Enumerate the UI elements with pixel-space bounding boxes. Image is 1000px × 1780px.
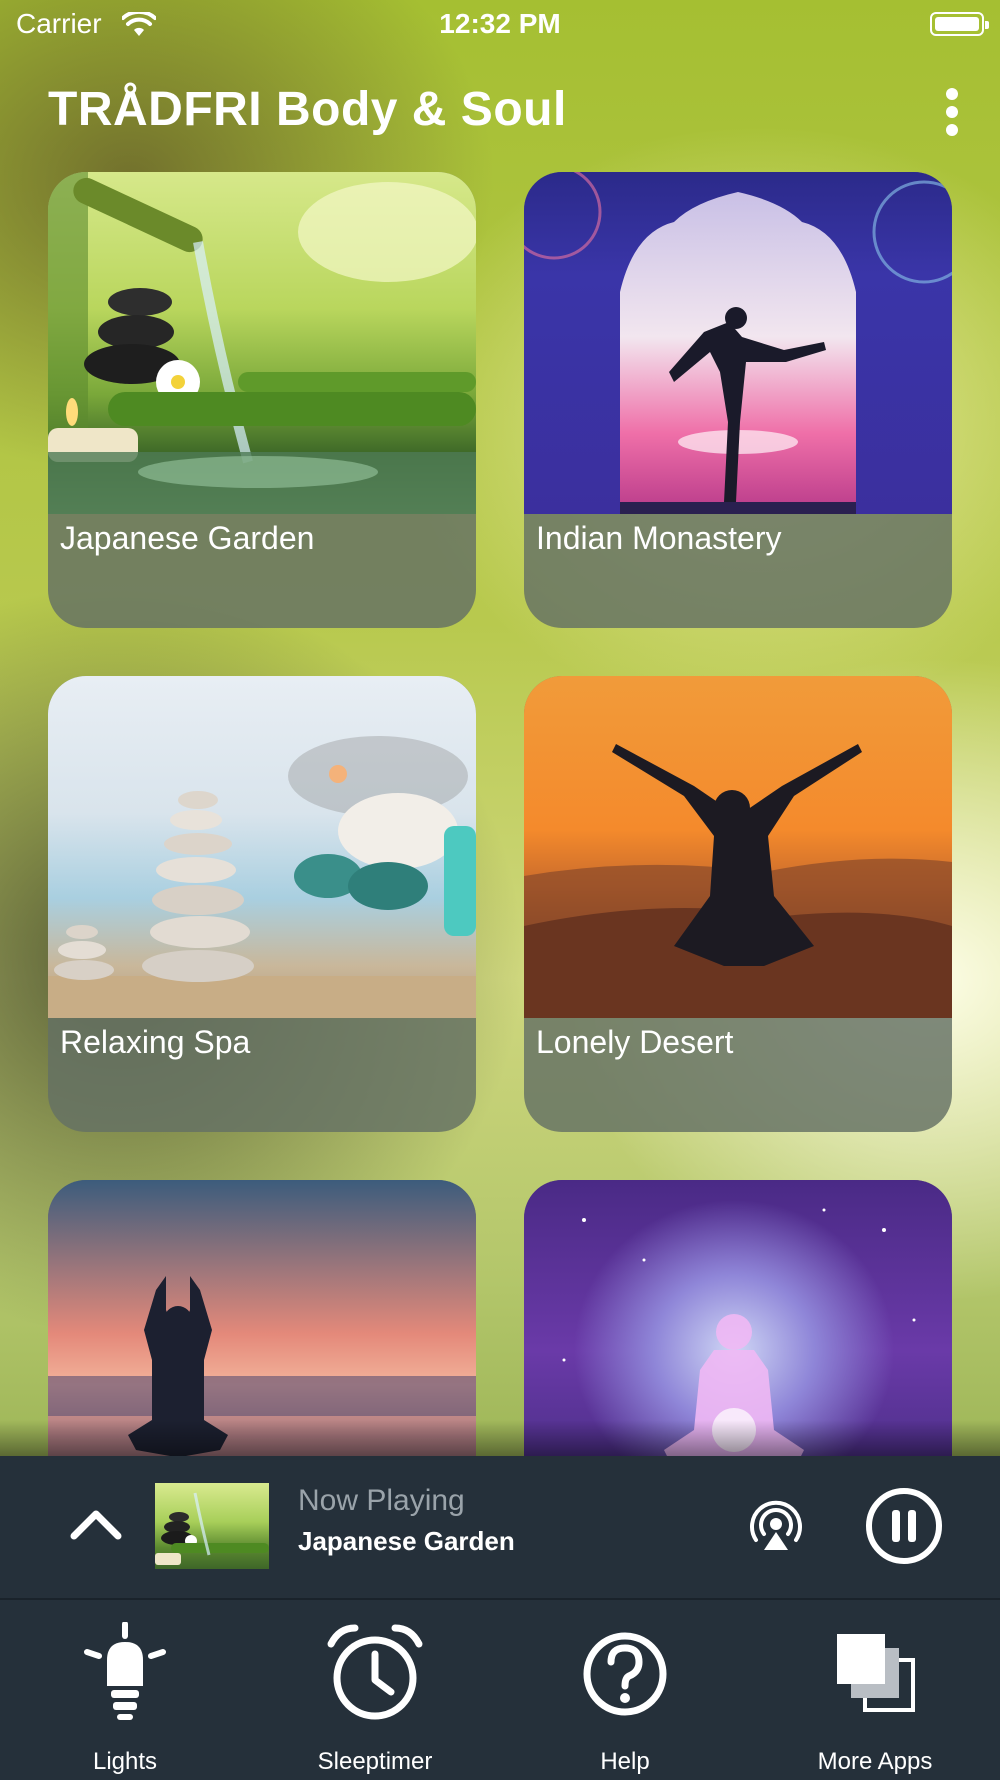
scene-card-japanese-garden[interactable]: Japanese Garden xyxy=(48,172,476,628)
scene-card-relaxing-spa[interactable]: Relaxing Spa xyxy=(48,676,476,1132)
dot-icon xyxy=(946,106,958,118)
scene-image xyxy=(524,676,952,1018)
list-fade xyxy=(0,1420,1000,1458)
battery-icon xyxy=(930,12,989,36)
scene-label: Lonely Desert xyxy=(536,1024,734,1060)
scene-image xyxy=(48,676,476,1018)
scene-grid: Japanese Garden Indian Monastery Relaxin… xyxy=(48,172,952,1457)
tab-bar: Lights Sleeptimer Help More Apps xyxy=(0,1598,1000,1780)
scene-label: Japanese Garden xyxy=(60,520,315,556)
scene-card-6[interactable] xyxy=(524,1180,952,1457)
scene-image xyxy=(48,1180,476,1457)
scene-image xyxy=(524,172,952,514)
tab-more-apps[interactable]: More Apps xyxy=(750,1600,1000,1780)
more-options-button[interactable] xyxy=(930,84,974,140)
question-icon xyxy=(583,1632,667,1716)
scene-card-lonely-desert[interactable]: Lonely Desert xyxy=(524,676,952,1132)
clock: 12:32 PM xyxy=(439,8,561,39)
dot-icon xyxy=(946,124,958,136)
pause-button[interactable] xyxy=(864,1486,944,1566)
now-playing-title: Japanese Garden xyxy=(298,1526,515,1556)
scene-card-indian-monastery[interactable]: Indian Monastery xyxy=(524,172,952,628)
tab-label: Sleeptimer xyxy=(317,1748,433,1775)
tab-lights[interactable]: Lights xyxy=(0,1600,250,1780)
chevron-up-icon[interactable] xyxy=(68,1498,124,1554)
scene-image xyxy=(48,172,476,514)
tab-label: Help xyxy=(600,1748,650,1775)
status-bar: Carrier 12:32 PM xyxy=(0,0,1000,50)
tab-label: More Apps xyxy=(817,1748,933,1775)
scene-label: Indian Monastery xyxy=(536,520,782,556)
scene-image xyxy=(524,1180,952,1457)
tab-help[interactable]: Help xyxy=(500,1600,750,1780)
alarm-clock-icon xyxy=(327,1624,423,1720)
scene-label: Relaxing Spa xyxy=(60,1024,251,1060)
now-playing-thumbnail xyxy=(155,1483,269,1569)
bulb-icon xyxy=(84,1622,166,1720)
tab-label: Lights xyxy=(92,1748,158,1775)
tab-sleeptimer[interactable]: Sleeptimer xyxy=(250,1600,500,1780)
airplay-icon[interactable] xyxy=(748,1500,804,1556)
app-title: TRÅDFRI Body & Soul xyxy=(48,83,567,136)
scene-card-5[interactable] xyxy=(48,1180,476,1457)
now-playing-bar[interactable]: Now Playing Japanese Garden xyxy=(0,1456,1000,1598)
now-playing-caption: Now Playing xyxy=(298,1484,465,1517)
dot-icon xyxy=(946,88,958,100)
stacked-squares-icon xyxy=(837,1634,915,1712)
